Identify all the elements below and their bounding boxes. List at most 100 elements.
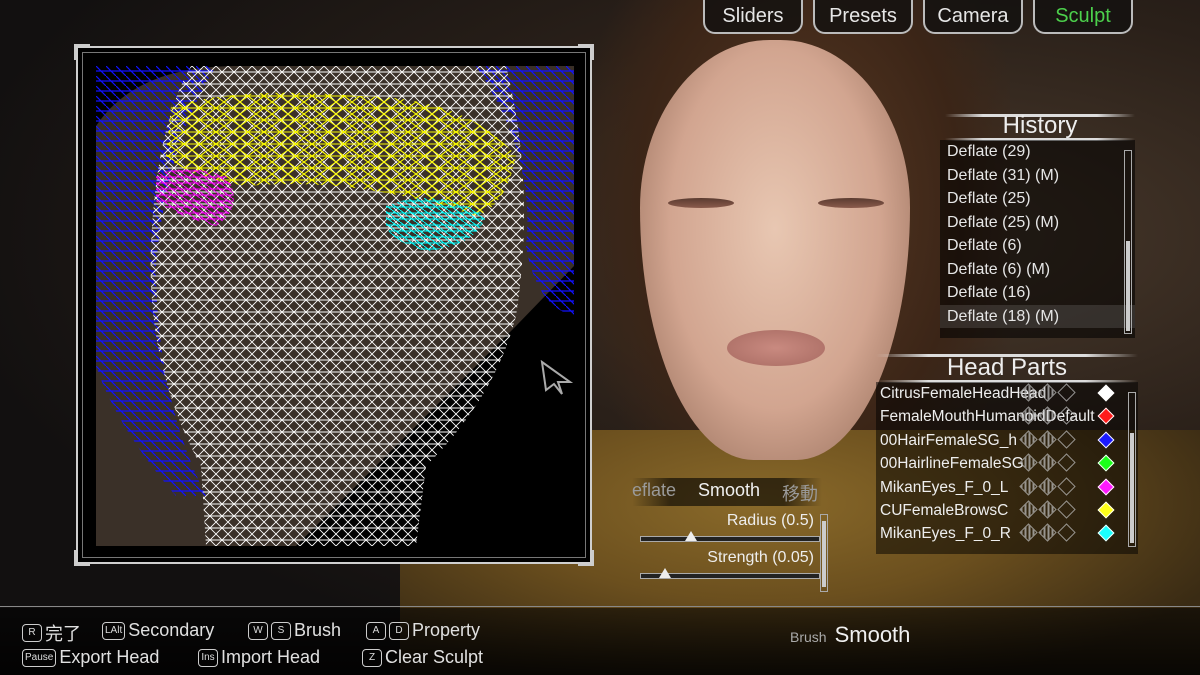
mode-tabs: Sliders Presets Camera Sculpt — [703, 0, 1133, 34]
part-color-swatch-icon — [1097, 384, 1115, 402]
strength-label: Strength (0.05) — [707, 549, 814, 566]
radius-track[interactable] — [640, 531, 820, 542]
head-wireframe-mesh[interactable] — [96, 66, 574, 546]
head-part-row[interactable]: CitrusFemaleHeadHead — [876, 382, 1138, 405]
key-badge: D — [389, 621, 409, 640]
hint-label: 完了 — [45, 624, 81, 644]
key-badge: Ins — [198, 648, 218, 667]
strength-slider[interactable]: Strength (0.05) — [640, 549, 820, 579]
visibility-toggle-icon[interactable] — [1019, 453, 1038, 472]
head-parts-list[interactable]: CitrusFemaleHeadHead FemaleMouthHumanoid… — [876, 382, 1138, 554]
hint-export-head[interactable]: Pause Export Head — [22, 647, 159, 668]
hint-brush[interactable]: W S Brush — [248, 620, 341, 641]
key-badge: LAlt — [102, 621, 126, 640]
history-item[interactable]: Deflate (25) (M) — [940, 211, 1135, 235]
tab-camera[interactable]: Camera — [923, 0, 1023, 34]
history-item[interactable]: Deflate (31) (M) — [940, 164, 1135, 188]
key-badge: A — [366, 621, 386, 640]
key-badge: W — [248, 621, 268, 640]
visibility-toggle-icon[interactable] — [1019, 523, 1038, 543]
brush-tab-smooth[interactable]: Smooth — [698, 480, 760, 501]
history-item[interactable]: Deflate (16) — [940, 281, 1135, 305]
character-right-eye — [818, 198, 884, 208]
tab-presets[interactable]: Presets — [813, 0, 913, 34]
history-item-selected[interactable]: Deflate (18) (M) — [940, 304, 1135, 328]
lock-toggle-icon[interactable] — [1038, 406, 1057, 426]
part-color-swatch-icon — [1097, 501, 1115, 519]
history-scrollbar-thumb[interactable] — [1126, 241, 1130, 331]
lock-toggle-icon[interactable] — [1038, 383, 1057, 402]
brush-status-value: Smooth — [834, 622, 911, 647]
radius-slider[interactable]: Radius (0.5) — [640, 512, 820, 542]
mask-toggle-icon[interactable] — [1057, 500, 1076, 519]
tab-sliders[interactable]: Sliders — [703, 0, 803, 34]
head-part-name: 00HairFemaleSG_h — [880, 431, 1017, 449]
part-color-swatch-icon — [1097, 431, 1115, 449]
part-color-swatch-icon — [1097, 407, 1115, 425]
visibility-toggle-icon[interactable] — [1019, 500, 1038, 519]
brush-tab-move[interactable]: 移動 — [782, 480, 818, 506]
strength-knob-icon[interactable] — [659, 568, 671, 578]
part-color-swatch-icon — [1097, 454, 1115, 472]
visibility-toggle-icon[interactable] — [1019, 406, 1038, 426]
radius-knob-icon[interactable] — [685, 531, 697, 541]
mask-toggle-icon[interactable] — [1057, 476, 1076, 496]
tab-sculpt[interactable]: Sculpt — [1033, 0, 1133, 34]
head-part-row[interactable]: 00HairlineFemaleSG — [876, 452, 1138, 475]
hint-property[interactable]: A D Property — [366, 620, 480, 641]
history-item[interactable]: Deflate (6) — [940, 234, 1135, 258]
lock-toggle-icon[interactable] — [1038, 523, 1057, 543]
headparts-scrollbar-thumb[interactable] — [1130, 433, 1134, 543]
visibility-toggle-icon[interactable] — [1019, 430, 1038, 449]
brush-settings-scrollbar[interactable] — [820, 514, 828, 592]
part-color-swatch-icon — [1097, 524, 1115, 542]
brush-tab-deflate[interactable]: eflate — [632, 480, 676, 501]
hint-label: Property — [412, 620, 481, 640]
character-left-eye — [668, 198, 734, 208]
mask-toggle-icon[interactable] — [1057, 383, 1076, 402]
lock-toggle-icon[interactable] — [1038, 453, 1057, 472]
head-part-row[interactable]: MikanEyes_F_0_L — [876, 476, 1138, 499]
key-badge: S — [271, 621, 291, 640]
radius-label: Radius (0.5) — [726, 512, 814, 529]
brush-status-label: Brush — [790, 629, 827, 645]
headparts-scrollbar[interactable] — [1128, 392, 1136, 547]
frame-corner-ornament — [74, 44, 90, 60]
history-scrollbar[interactable] — [1124, 150, 1132, 334]
frame-corner-ornament — [578, 550, 594, 566]
head-part-row[interactable]: FemaleMouthHumanoidDefault — [876, 405, 1138, 428]
hint-finish[interactable]: R 完了 — [22, 620, 81, 646]
head-part-name: MikanEyes_F_0_R — [880, 525, 1011, 543]
hint-clear-sculpt[interactable]: Z Clear Sculpt — [362, 647, 483, 668]
mask-toggle-icon[interactable] — [1057, 430, 1076, 449]
mask-toggle-icon[interactable] — [1057, 406, 1076, 426]
headparts-title: Head Parts — [946, 354, 1068, 381]
visibility-toggle-icon[interactable] — [1019, 383, 1038, 402]
history-list[interactable]: Deflate (29) Deflate (31) (M) Deflate (2… — [940, 140, 1135, 338]
head-part-row[interactable]: CUFemaleBrowsC — [876, 499, 1138, 522]
lock-toggle-icon[interactable] — [1038, 476, 1057, 496]
key-badge: Z — [362, 648, 382, 667]
lock-toggle-icon[interactable] — [1038, 500, 1057, 519]
head-part-row[interactable]: MikanEyes_F_0_R — [876, 522, 1138, 545]
head-part-name: 00HairlineFemaleSG — [880, 455, 1024, 473]
sculpt-viewport[interactable] — [74, 44, 594, 566]
mask-toggle-icon[interactable] — [1057, 453, 1076, 472]
hint-secondary[interactable]: LAlt Secondary — [102, 620, 214, 641]
history-item[interactable]: Deflate (6) (M) — [940, 258, 1135, 282]
mask-toggle-icon[interactable] — [1057, 523, 1076, 543]
visibility-toggle-icon[interactable] — [1019, 476, 1038, 496]
mouse-cursor-icon — [540, 360, 574, 395]
brush-settings-scrollbar-thumb[interactable] — [822, 521, 826, 587]
key-badge: R — [22, 624, 42, 642]
strength-track[interactable] — [640, 568, 820, 579]
frame-corner-ornament — [578, 44, 594, 60]
history-item[interactable]: Deflate (29) — [940, 140, 1135, 164]
character-lips — [727, 330, 825, 366]
head-part-row[interactable]: 00HairFemaleSG_h — [876, 429, 1138, 452]
lock-toggle-icon[interactable] — [1038, 430, 1057, 449]
hint-label: Export Head — [59, 647, 160, 667]
head-part-name: CUFemaleBrowsC — [880, 501, 1009, 519]
history-item[interactable]: Deflate (25) — [940, 187, 1135, 211]
hint-import-head[interactable]: Ins Import Head — [198, 647, 320, 668]
